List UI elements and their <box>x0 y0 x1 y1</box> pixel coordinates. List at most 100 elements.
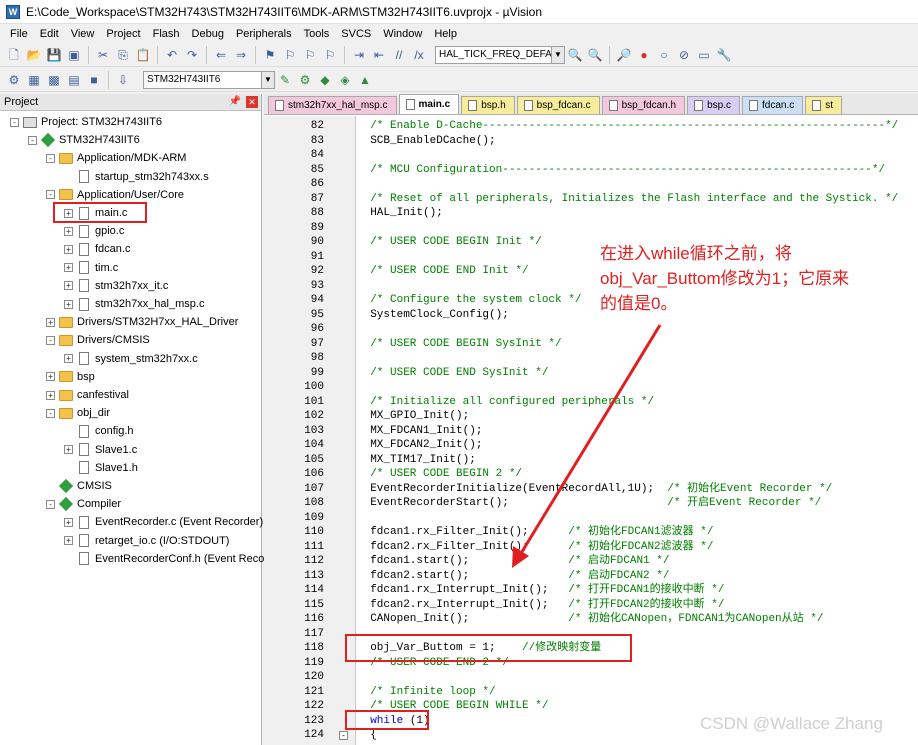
expand-icon[interactable]: + <box>46 390 55 400</box>
translate-icon[interactable]: ⚙ <box>5 71 23 89</box>
collapse-icon[interactable]: - <box>46 499 55 509</box>
tab-main-c[interactable]: main.c <box>398 94 460 114</box>
disable-breakpoint-icon[interactable]: ○ <box>655 46 673 64</box>
tree-item[interactable]: - STM32H743IIT6 <box>28 131 140 149</box>
tree-item[interactable]: + canfestival <box>46 386 129 404</box>
clear-bookmarks-icon[interactable]: ⚐ <box>321 46 339 64</box>
debug-session-icon[interactable]: 🔎 <box>615 46 633 64</box>
tree-item[interactable]: + system_stm32h7xx.c <box>64 350 198 368</box>
collapse-icon[interactable]: - <box>28 135 37 145</box>
tab-fdcan-c[interactable]: fdcan.c <box>742 96 804 114</box>
tree-item[interactable]: + stm32h7xx_hal_msp.c <box>64 295 204 313</box>
tree-item[interactable]: + retarget_io.c (I/O:STDOUT) <box>64 532 229 550</box>
expand-icon[interactable]: + <box>46 372 55 382</box>
tab-bsp-c[interactable]: bsp.c <box>687 96 740 114</box>
expand-icon[interactable]: + <box>46 317 55 327</box>
redo-icon[interactable]: ↷ <box>183 46 201 64</box>
expand-icon[interactable]: + <box>64 281 73 291</box>
prev-bookmark-icon[interactable]: ⚐ <box>281 46 299 64</box>
tab-bsp-fdcan-h[interactable]: bsp_fdcan.h <box>601 96 686 114</box>
collapse-icon[interactable]: - <box>46 190 55 200</box>
stop-build-icon[interactable]: ■ <box>85 71 103 89</box>
build-icon[interactable]: ▦ <box>25 71 43 89</box>
tree-item[interactable]: config.h <box>64 422 134 440</box>
target-options-icon[interactable]: ✎ <box>276 71 294 89</box>
bookmark-icon[interactable]: ⚑ <box>261 46 279 64</box>
expand-icon[interactable]: + <box>64 517 73 527</box>
tab-bsp-fdcan-c[interactable]: bsp_fdcan.c <box>516 96 600 114</box>
pack-installer-icon[interactable]: ▲ <box>356 71 374 89</box>
expand-icon[interactable]: + <box>64 226 73 236</box>
tree-item[interactable]: Slave1.h <box>64 459 138 477</box>
kill-breakpoints-icon[interactable]: ⊘ <box>675 46 693 64</box>
tree-item[interactable]: + fdcan.c <box>64 240 130 258</box>
expand-icon[interactable]: + <box>64 244 73 254</box>
menu-flash[interactable]: Flash <box>147 28 186 40</box>
collapse-icon[interactable]: - <box>46 153 55 163</box>
tree-item[interactable]: + Slave1.c <box>64 441 137 459</box>
breakpoint-icon[interactable]: ● <box>635 46 653 64</box>
rebuild-icon[interactable]: ▩ <box>45 71 63 89</box>
tree-item[interactable]: - Project: STM32H743IIT6 <box>10 113 162 131</box>
copy-icon[interactable]: ⎘ <box>114 46 132 64</box>
menu-peripherals[interactable]: Peripherals <box>230 28 298 40</box>
menu-window[interactable]: Window <box>377 28 428 40</box>
menu-view[interactable]: View <box>65 28 101 40</box>
tree-item[interactable]: - obj_dir <box>46 404 110 422</box>
tree-item[interactable]: + tim.c <box>64 259 118 277</box>
expand-icon[interactable]: + <box>64 354 73 364</box>
unindent-icon[interactable]: ⇤ <box>370 46 388 64</box>
tree-item[interactable]: EventRecorderConf.h (Event Reco <box>64 550 264 568</box>
uncomment-icon[interactable]: /x <box>410 46 428 64</box>
save-all-icon[interactable]: ▣ <box>65 46 83 64</box>
configure-icon[interactable]: 🔧 <box>715 46 733 64</box>
menu-edit[interactable]: Edit <box>34 28 65 40</box>
download-icon[interactable]: ⇩ <box>114 71 132 89</box>
tab-bsp-h[interactable]: bsp.h <box>461 96 515 114</box>
collapse-icon[interactable]: - <box>46 335 55 345</box>
tree-item[interactable]: + Drivers/STM32H7xx_HAL_Driver <box>46 313 238 331</box>
back-icon[interactable]: ⇐ <box>212 46 230 64</box>
tree-item[interactable]: - Compiler <box>46 495 121 513</box>
expand-icon[interactable]: + <box>64 299 73 309</box>
pin-icon[interactable]: 📌 <box>229 96 241 107</box>
find-icon[interactable]: 🔍 <box>566 46 584 64</box>
manage-project-icon[interactable]: ⚙ <box>296 71 314 89</box>
target-combo[interactable]: STM32H743IIT6 ▼ <box>143 70 275 89</box>
code-area[interactable]: /* Enable D-Cache-----------------------… <box>357 116 918 745</box>
cut-icon[interactable]: ✂ <box>94 46 112 64</box>
expand-icon[interactable]: + <box>64 263 73 273</box>
fold-icon[interactable]: - <box>339 731 348 740</box>
expand-icon[interactable]: + <box>64 445 73 455</box>
batch-build-icon[interactable]: ▤ <box>65 71 83 89</box>
menu-debug[interactable]: Debug <box>186 28 230 40</box>
tab-stm32h7xx-hal-msp-c[interactable]: stm32h7xx_hal_msp.c <box>268 96 397 114</box>
tab-st[interactable]: st <box>805 96 843 114</box>
tree-item[interactable]: - Application/MDK-ARM <box>46 149 186 167</box>
tree-item[interactable]: startup_stm32h743xx.s <box>64 168 209 186</box>
chevron-down-icon[interactable]: ▼ <box>261 71 274 88</box>
next-bookmark-icon[interactable]: ⚐ <box>301 46 319 64</box>
window-layout-icon[interactable]: ▭ <box>695 46 713 64</box>
tree-item[interactable]: + bsp <box>46 368 95 386</box>
define-combo[interactable]: HAL_TICK_FREQ_DEFAULT ▼ <box>435 45 565 64</box>
tree-item[interactable]: + EventRecorder.c (Event Recorder) <box>64 513 263 531</box>
menu-tools[interactable]: Tools <box>298 28 336 40</box>
undo-icon[interactable]: ↶ <box>163 46 181 64</box>
indent-icon[interactable]: ⇥ <box>350 46 368 64</box>
paste-icon[interactable]: 📋 <box>134 46 152 64</box>
menu-file[interactable]: File <box>4 28 34 40</box>
open-icon[interactable]: 📂 <box>25 46 43 64</box>
tree-item[interactable]: + stm32h7xx_it.c <box>64 277 168 295</box>
manage-rte-icon[interactable]: ◆ <box>316 71 334 89</box>
tree-item[interactable]: - Drivers/CMSIS <box>46 331 150 349</box>
select-packs-icon[interactable]: ◈ <box>336 71 354 89</box>
tree-item[interactable]: CMSIS <box>46 477 112 495</box>
collapse-icon[interactable]: - <box>46 408 55 418</box>
menu-svcs[interactable]: SVCS <box>335 28 377 40</box>
expand-icon[interactable]: + <box>64 536 73 546</box>
close-icon[interactable]: ✕ <box>246 96 258 108</box>
chevron-down-icon[interactable]: ▼ <box>551 46 564 63</box>
comment-icon[interactable]: // <box>390 46 408 64</box>
collapse-icon[interactable]: - <box>10 117 19 127</box>
